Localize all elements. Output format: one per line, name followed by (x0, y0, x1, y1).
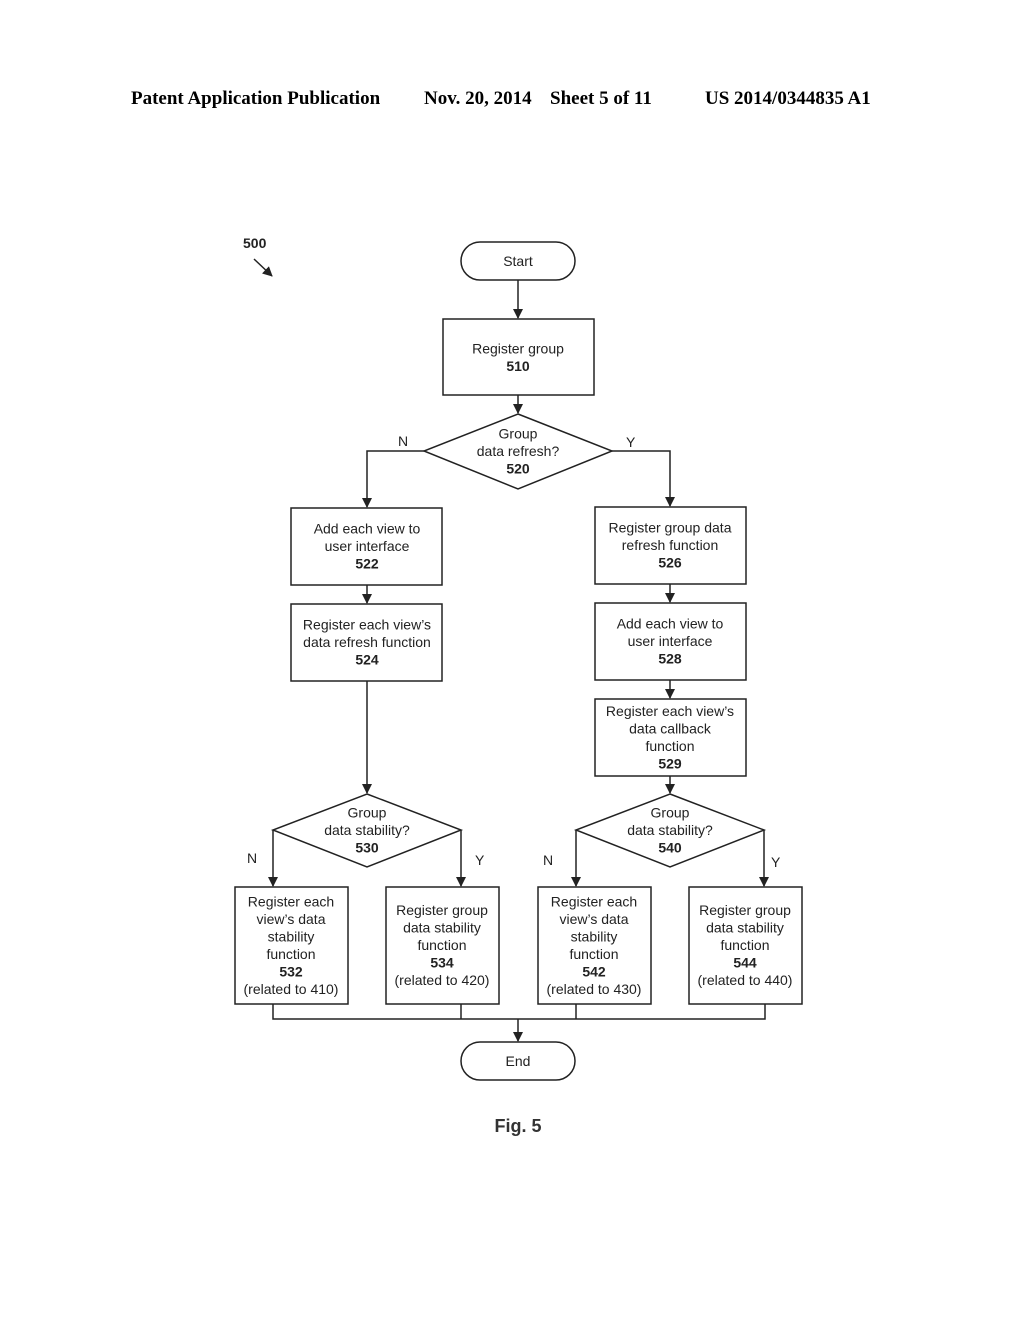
ref-arrow (253, 258, 273, 277)
arrow-520-yes (612, 450, 675, 507)
node-note: (related to 440) (698, 972, 793, 988)
node-label-line: data stability? (627, 822, 713, 838)
node-label-line: function (417, 937, 466, 953)
node-number: 530 (355, 840, 379, 856)
branch-label-no: N (543, 852, 553, 868)
node-label-line: Group (651, 805, 690, 821)
node-number: 528 (658, 651, 682, 667)
node-number: 544 (733, 955, 757, 971)
node-note: (related to 410) (244, 981, 339, 997)
node-label-line: Register group (472, 340, 564, 356)
branch-label-no: N (247, 850, 257, 866)
process-529: Register each view’sdata callback functio… (594, 698, 747, 777)
node-label-line: Register each (248, 893, 334, 909)
node-number: 534 (430, 955, 454, 971)
node-label-line: Register group data (609, 520, 732, 536)
node-label-line: stability (268, 928, 315, 944)
node-number: 520 (506, 461, 530, 477)
node-number: 542 (582, 963, 606, 979)
node-label-line: data stability (706, 920, 784, 936)
start-terminal: Start (460, 241, 576, 281)
branch-label-no: N (398, 433, 408, 449)
node-label-line: Register each (551, 893, 637, 909)
svg-text:Start: Start (503, 253, 533, 269)
node-number: 529 (658, 755, 682, 771)
figure-caption: Fig. 5 (494, 1116, 541, 1136)
node-label-line: data callback (629, 720, 712, 736)
decision-540: Groupdata stability? 540 (573, 793, 767, 868)
node-label-line: Group (499, 426, 538, 442)
node-label-line: Register group (699, 902, 791, 918)
figure-ref-label: 500 (243, 235, 267, 251)
branch-label-yes: Y (475, 852, 485, 868)
branch-label-yes: Y (626, 434, 636, 450)
process-544: Register group data stabilityfunction 544(… (688, 886, 803, 1005)
node-label-line: user interface (325, 538, 410, 554)
node-label-line: stability (571, 928, 618, 944)
node-label-line: function (645, 738, 694, 754)
node-note: (related to 420) (395, 972, 490, 988)
node-label-line: refresh function (622, 537, 719, 553)
merge-line (272, 1004, 766, 1020)
node-label-line: Add each view to (617, 616, 724, 632)
node-number: 510 (506, 358, 530, 374)
process-522: Add each view touser interface 522 (290, 507, 443, 586)
node-number: 522 (355, 556, 379, 572)
node-label-line: Register each view’s (303, 617, 431, 633)
node-label-line: Group (348, 805, 387, 821)
node-label-line: data stability (403, 920, 481, 936)
flowchart: 500 Start Register group510 Groupdata re… (234, 235, 803, 1136)
node-number: 526 (658, 555, 682, 571)
node-number: 524 (355, 652, 379, 668)
node-label-line: function (266, 946, 315, 962)
arrow-520-no (362, 450, 424, 508)
branch-label-yes: Y (771, 854, 781, 870)
node-label-line: data refresh? (477, 443, 560, 459)
end-terminal: End (460, 1041, 576, 1081)
process-526: Register group datarefresh function 526 (594, 506, 747, 585)
node-label-line: view’s data (256, 911, 325, 927)
process-532: Register each view’s datastability functio… (234, 886, 349, 1005)
process-528: Add each view touser interface 528 (594, 602, 747, 681)
node-label-line: Register group (396, 902, 488, 918)
decision-520: Groupdata refresh? 520 (421, 413, 615, 490)
process-534: Register group data stabilityfunction 534(… (385, 886, 500, 1005)
node-label-line: data refresh function (303, 634, 431, 650)
node-label-line: data stability? (324, 822, 410, 838)
node-note: (related to 430) (547, 981, 642, 997)
process-524: Register each view’sdata refresh functio… (290, 603, 443, 682)
node-number: 540 (658, 840, 682, 856)
node-label-line: function (720, 937, 769, 953)
node-label-line: Add each view to (314, 521, 421, 537)
node-label-line: function (569, 946, 618, 962)
node-label-line: view’s data (559, 911, 628, 927)
process-510: Register group 510 (442, 318, 595, 396)
node-label-line: Register each view’s (606, 703, 734, 719)
node-number: 532 (279, 963, 303, 979)
process-542: Register each view’s datastability functio… (537, 886, 652, 1005)
decision-530: Groupdata stability? 530 (270, 793, 464, 868)
svg-text:End: End (506, 1053, 531, 1069)
node-label-line: user interface (628, 633, 713, 649)
